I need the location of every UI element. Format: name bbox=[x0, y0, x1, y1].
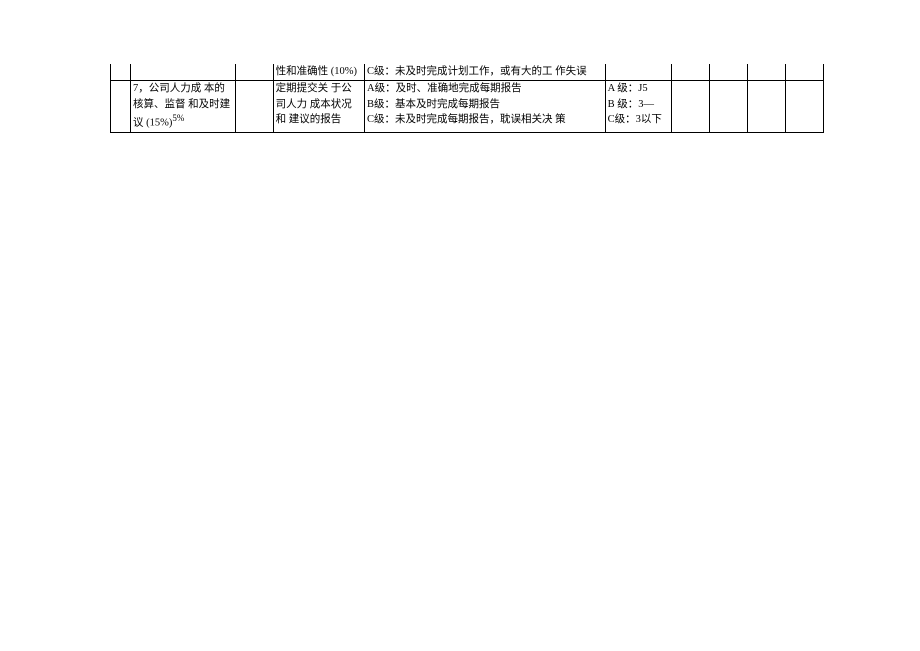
cell-grade: C级：未及时完成计划工作，或有大的工 作失误 bbox=[364, 64, 605, 80]
table-row: 7，公司人力成 本的核算、监督 和及时建议 (15%)5% 定期提交关 于公司人… bbox=[111, 80, 824, 132]
cell bbox=[672, 80, 710, 132]
cell bbox=[786, 64, 824, 80]
cell-grade: A级：及时、准确地完成每期报告 B级：基本及时完成每期报告 C级：未及时完成每期… bbox=[364, 80, 605, 132]
cell bbox=[131, 64, 236, 80]
table-row: 性和准确性 (10%) C级：未及时完成计划工作，或有大的工 作失误 bbox=[111, 64, 824, 80]
evaluation-table: 性和准确性 (10%) C级：未及时完成计划工作，或有大的工 作失误 7，公司人… bbox=[110, 64, 824, 133]
cell-criteria: 性和准确性 (10%) bbox=[273, 64, 364, 80]
cell bbox=[748, 64, 786, 80]
cell bbox=[786, 80, 824, 132]
cell bbox=[111, 80, 131, 132]
weight-sup: 5% bbox=[172, 113, 184, 123]
cell bbox=[672, 64, 710, 80]
document-page: 性和准确性 (10%) C级：未及时完成计划工作，或有大的工 作失误 7，公司人… bbox=[0, 0, 920, 133]
cell bbox=[748, 80, 786, 132]
cell-item: 7，公司人力成 本的核算、监督 和及时建议 (15%)5% bbox=[131, 80, 236, 132]
cell bbox=[235, 64, 273, 80]
cell-score: A 级：J5 B 级：3— C级：3以下 bbox=[605, 80, 672, 132]
cell bbox=[111, 64, 131, 80]
cell bbox=[605, 64, 672, 80]
cell-criteria: 定期提交关 于公司人力 成本状况和 建议的报告 bbox=[273, 80, 364, 132]
cell bbox=[710, 64, 748, 80]
cell bbox=[235, 80, 273, 132]
cell bbox=[710, 80, 748, 132]
